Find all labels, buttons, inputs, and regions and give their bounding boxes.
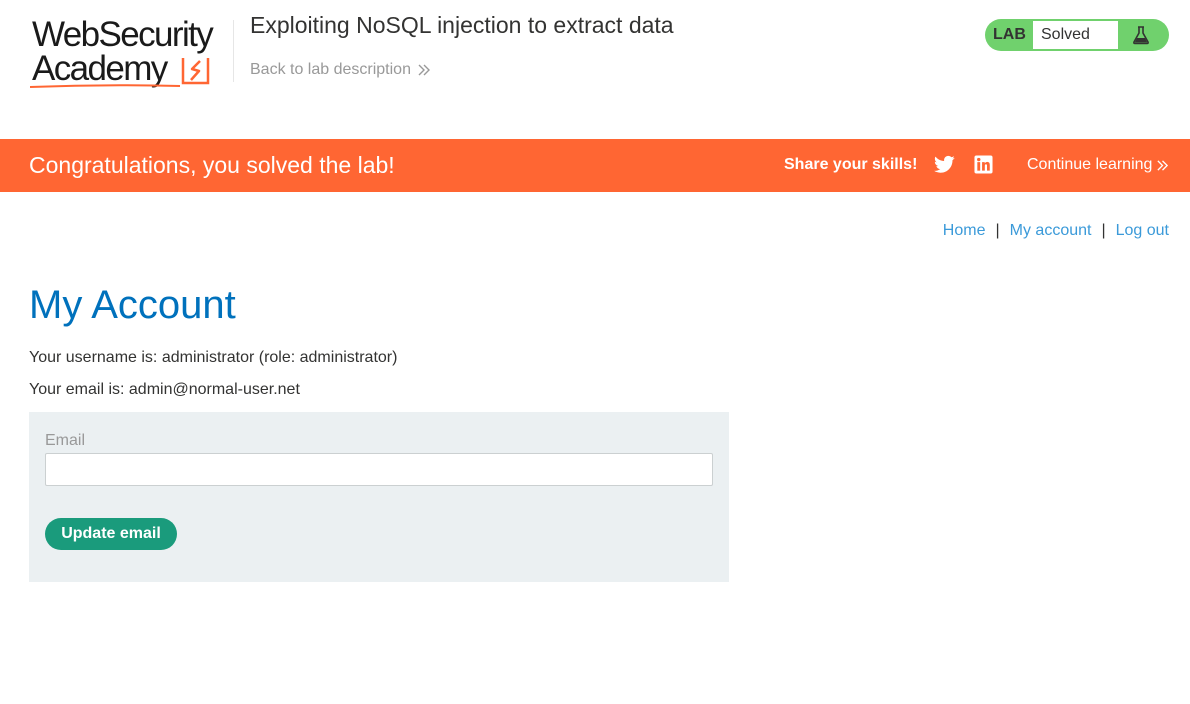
web-security-academy-logo[interactable]: WebSecurity Academy xyxy=(30,16,234,92)
lab-header: WebSecurity Academy Exploiting NoSQL inj… xyxy=(0,0,1190,139)
flask-icon xyxy=(1133,26,1149,45)
nav-separator: | xyxy=(995,222,1000,239)
nav-log-out-link[interactable]: Log out xyxy=(1116,222,1169,240)
lab-badge-status: Solved xyxy=(1033,21,1118,49)
email-field[interactable] xyxy=(45,453,713,486)
lab-status-badge: LAB Solved xyxy=(985,19,1169,51)
username-info: Your username is: administrator (role: a… xyxy=(29,349,398,366)
congratulations-message: Congratulations, you solved the lab! xyxy=(29,152,395,178)
continue-learning-label: Continue learning xyxy=(1027,156,1153,173)
header-divider xyxy=(233,20,234,82)
nav-my-account-link[interactable]: My account xyxy=(1010,222,1092,240)
update-email-button[interactable]: Update email xyxy=(45,518,177,550)
email-field-label: Email xyxy=(45,432,86,449)
solved-banner: Congratulations, you solved the lab! Sha… xyxy=(0,139,1190,192)
linkedin-icon[interactable] xyxy=(974,155,993,174)
continue-learning-link[interactable]: Continue learning xyxy=(1027,156,1169,174)
twitter-icon[interactable] xyxy=(934,155,955,174)
back-to-lab-description-link[interactable]: Back to lab description xyxy=(250,60,431,80)
double-chevron-right-icon xyxy=(418,64,430,76)
nav-home-link[interactable]: Home xyxy=(943,222,986,240)
change-email-form: Email Update email xyxy=(29,412,729,582)
logo-underline-icon xyxy=(30,84,180,88)
page-title: My Account xyxy=(29,283,236,327)
email-info: Your email is: admin@normal-user.net xyxy=(29,381,300,398)
account-nav: Home | My account | Log out xyxy=(943,222,1169,240)
back-link-label: Back to lab description xyxy=(250,61,411,78)
share-skills-label: Share your skills! xyxy=(784,156,918,173)
lab-title: Exploiting NoSQL injection to extract da… xyxy=(250,12,674,38)
logo-lightning-icon xyxy=(181,58,210,85)
nav-separator: | xyxy=(1101,222,1106,239)
double-chevron-right-icon xyxy=(1157,159,1169,171)
lab-badge-label: LAB xyxy=(993,26,1026,43)
